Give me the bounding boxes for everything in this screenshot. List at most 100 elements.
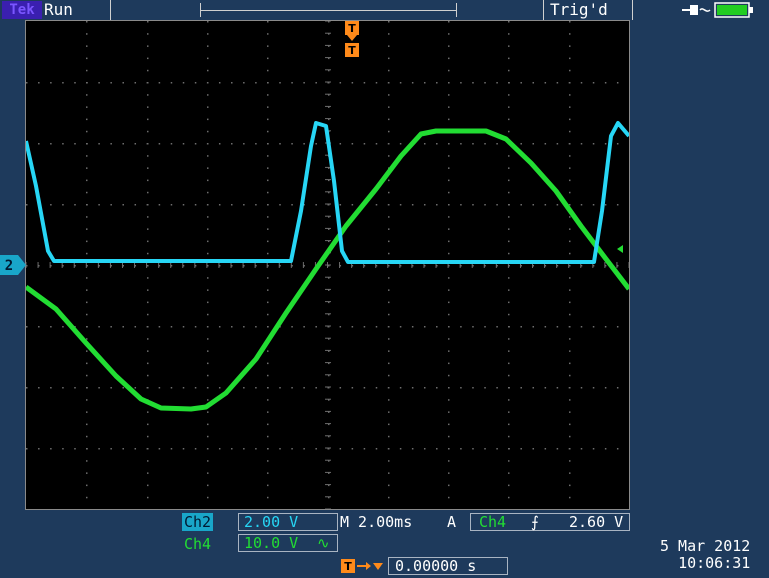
graticule-dot bbox=[194, 82, 197, 84]
trigger-readout-box[interactable]: Ch4 ⨍ 2.60 V bbox=[470, 513, 630, 531]
ch4-scale-box[interactable]: 10.0 V ∿ bbox=[238, 534, 338, 552]
graticule-dot bbox=[267, 204, 269, 206]
readout-panel: Ch2 2.00 V M 2.00ms A Ch4 ⨍ 2.60 V Ch4 1… bbox=[0, 510, 769, 578]
graticule-dot bbox=[62, 448, 64, 450]
graticule-dot bbox=[86, 496, 88, 499]
graticule-dot bbox=[218, 204, 221, 206]
graticule-dot bbox=[122, 82, 124, 84]
graticule-dot bbox=[86, 69, 88, 72]
graticule-dot bbox=[556, 204, 559, 206]
graticule-dot bbox=[267, 326, 269, 328]
graticule-dot bbox=[303, 143, 305, 145]
ch4-label[interactable]: Ch4 bbox=[184, 535, 211, 553]
graticule-dot bbox=[508, 106, 510, 108]
graticule-dot bbox=[158, 387, 161, 389]
graticule-dot bbox=[207, 460, 209, 462]
graticule-dot bbox=[158, 204, 161, 206]
graticule-dot bbox=[580, 326, 583, 328]
trigger-source: Ch4 bbox=[479, 513, 507, 531]
graticule-dot bbox=[279, 448, 281, 450]
graticule-dot bbox=[569, 33, 571, 35]
graticule-dot bbox=[532, 387, 535, 389]
graticule-dot bbox=[472, 82, 474, 84]
graticule-dot bbox=[50, 204, 52, 206]
graticule-dot bbox=[375, 143, 378, 145]
tek-logo: Tek bbox=[2, 1, 42, 19]
graticule-dot bbox=[484, 82, 486, 84]
graticule-dot bbox=[520, 326, 522, 328]
graticule-dot bbox=[363, 387, 366, 389]
power-plug-icon bbox=[682, 5, 711, 15]
graticule-dot bbox=[520, 387, 522, 389]
graticule-dot bbox=[86, 423, 88, 426]
graticule-dot bbox=[508, 448, 510, 450]
graticule-dot bbox=[86, 179, 88, 182]
graticule-dot bbox=[303, 326, 305, 328]
graticule-dot bbox=[86, 448, 88, 450]
graticule-dot bbox=[351, 326, 354, 328]
graticule-dot bbox=[267, 155, 269, 157]
graticule-dot bbox=[508, 228, 510, 230]
graticule-dot bbox=[267, 362, 269, 365]
graticule-dot bbox=[423, 448, 426, 450]
graticule-dot bbox=[86, 289, 88, 291]
graticule-dot bbox=[146, 387, 149, 389]
graticule-dot bbox=[616, 143, 619, 145]
graticule-dot bbox=[291, 204, 293, 206]
graticule-dot bbox=[592, 82, 595, 84]
graticule-dot bbox=[592, 387, 595, 389]
graticule-dot bbox=[339, 387, 342, 389]
graticule-dot bbox=[568, 448, 571, 450]
graticule-dot bbox=[388, 362, 390, 365]
graticule-dot bbox=[267, 216, 269, 218]
graticule-dot bbox=[267, 448, 269, 450]
graticule-dot bbox=[363, 143, 366, 145]
waveform-display[interactable]: T T bbox=[24, 20, 631, 511]
ch2-label[interactable]: Ch2 bbox=[182, 513, 214, 531]
graticule-dot bbox=[86, 228, 88, 230]
graticule-dot bbox=[98, 82, 100, 84]
graticule-dot bbox=[86, 45, 88, 47]
graticule-dot bbox=[569, 106, 571, 108]
graticule-dot bbox=[147, 472, 149, 474]
graticule-dot bbox=[423, 387, 426, 389]
graticule-dot bbox=[508, 326, 510, 328]
graticule-dot bbox=[569, 350, 571, 352]
graticule-dot bbox=[448, 204, 450, 206]
graticule-dot bbox=[218, 82, 221, 84]
graticule-dot bbox=[508, 435, 510, 438]
graticule-dot bbox=[207, 130, 209, 133]
graticule-dot bbox=[38, 387, 40, 389]
timebase-readout[interactable]: M 2.00ms bbox=[340, 513, 412, 531]
graticule-dot bbox=[231, 143, 233, 145]
graticule-dot bbox=[206, 204, 209, 206]
graticule-dot bbox=[399, 143, 402, 145]
graticule-dot bbox=[62, 143, 64, 145]
graticule-dot bbox=[569, 45, 571, 47]
graticule-dot bbox=[508, 387, 510, 389]
channel-2-marker-icon[interactable]: 2 bbox=[0, 255, 26, 275]
graticule-dot bbox=[207, 289, 209, 291]
trigger-position-box[interactable]: 0.00000 s bbox=[388, 557, 508, 575]
graticule-dot bbox=[134, 326, 137, 328]
graticule-dot bbox=[243, 82, 245, 84]
graticule-dot bbox=[74, 82, 76, 84]
graticule-dot bbox=[472, 387, 474, 389]
trigger-position-icon[interactable]: T T bbox=[345, 21, 359, 73]
graticule-dot bbox=[267, 496, 269, 499]
graticule-dot bbox=[267, 106, 269, 108]
acquisition-label: A bbox=[447, 513, 457, 531]
graticule-dot bbox=[267, 423, 269, 426]
graticule-dot bbox=[399, 326, 402, 328]
graticule-dot bbox=[86, 374, 88, 377]
graticule-dot bbox=[448, 228, 450, 230]
graticule-dot bbox=[74, 204, 76, 206]
graticule-dot bbox=[267, 118, 269, 121]
graticule-dot bbox=[255, 326, 257, 328]
graticule-dot bbox=[86, 130, 88, 133]
graticule-dot bbox=[267, 179, 269, 182]
ch2-scale-box[interactable]: 2.00 V bbox=[238, 513, 338, 531]
graticule-dot bbox=[207, 496, 209, 499]
graticule-dot bbox=[147, 423, 149, 426]
graticule-dot bbox=[303, 82, 305, 84]
